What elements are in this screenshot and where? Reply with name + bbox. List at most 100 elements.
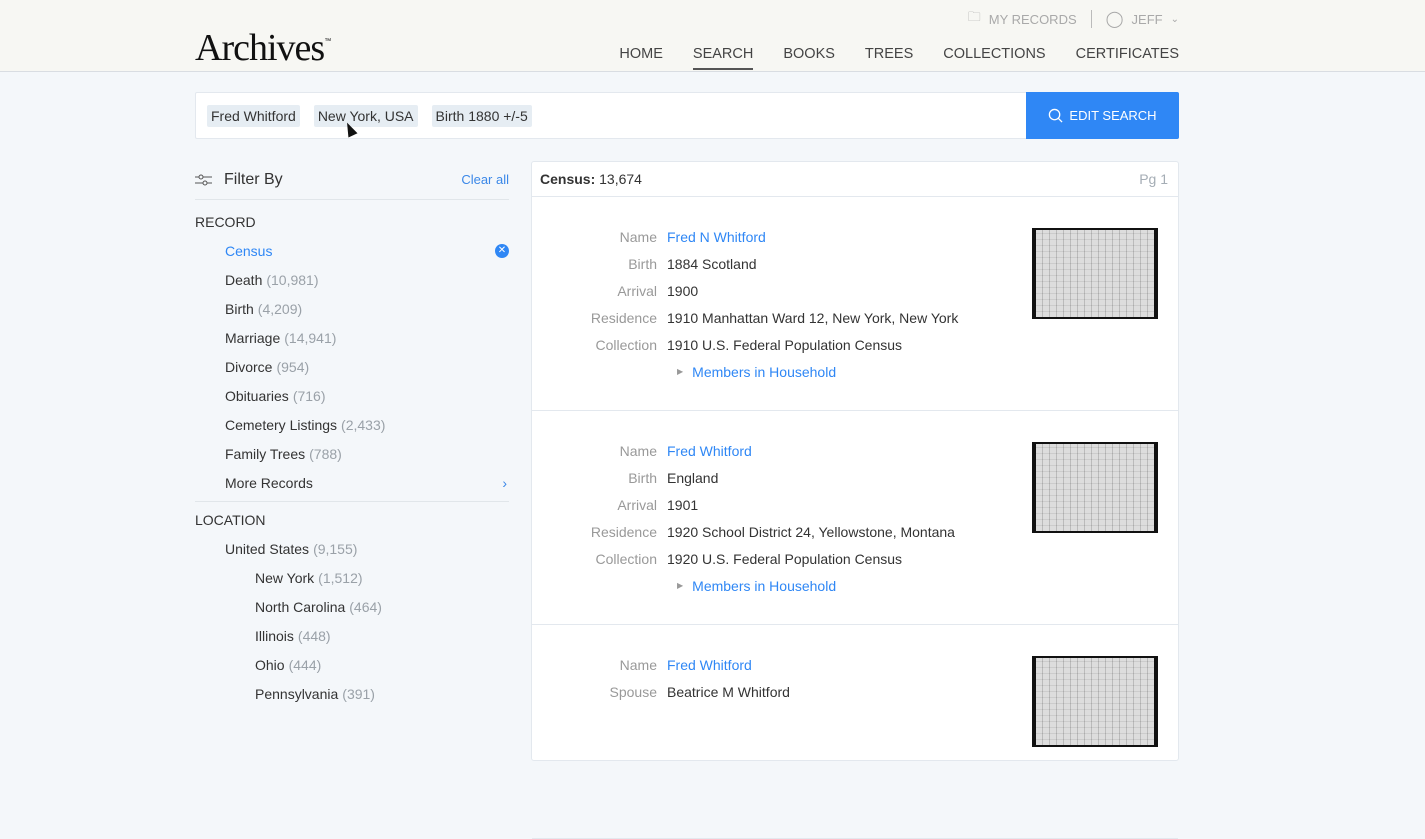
census-record-thumbnail[interactable] <box>1032 656 1158 747</box>
location-count: (391) <box>342 685 375 702</box>
filter-count: (954) <box>276 358 310 375</box>
nav-search[interactable]: SEARCH <box>692 46 754 70</box>
remove-filter-icon[interactable]: ✕ <box>495 243 509 258</box>
filter-count: (716) <box>292 387 326 404</box>
caret-right-icon: ▶ <box>677 367 684 376</box>
nav-trees[interactable]: TREES <box>865 46 913 70</box>
filter-label: Cemetery Listings <box>225 416 338 433</box>
result-record: Name Fred Whitford Birth England Arrival 1901… <box>532 411 1178 625</box>
filter-label: Census <box>225 242 273 259</box>
results-count: 13,674 <box>599 171 642 187</box>
record-filter-cemetery-listings[interactable]: Cemetery Listings (2,433) <box>195 410 509 439</box>
site-header: Archives™ 🗀 MY RECORDS ◯ JEFF ⌄ HOME SEA… <box>0 0 1425 72</box>
page-indicator: Pg 1 <box>1139 171 1168 187</box>
location-illinois[interactable]: Illinois (448) <box>195 621 509 650</box>
nav-collections[interactable]: COLLECTIONS <box>943 46 1045 70</box>
record-field: Arrival 1901 <box>532 491 955 518</box>
utility-bar: 🗀 MY RECORDS ◯ JEFF ⌄ <box>968 8 1179 30</box>
nav-certificates[interactable]: CERTIFICATES <box>1076 46 1179 70</box>
edit-search-label: EDIT SEARCH <box>1069 108 1157 123</box>
clear-all-link[interactable]: Clear all <box>461 172 509 187</box>
filter-label: Family Trees <box>225 445 306 462</box>
record-field: Spouse Beatrice M Whitford <box>532 678 790 705</box>
search-icon <box>1049 108 1063 123</box>
archives-logo[interactable]: Archives™ <box>195 26 331 70</box>
location-ohio[interactable]: Ohio (444) <box>195 650 509 679</box>
search-bar: Fred Whitford New York, USA Birth 1880 +… <box>195 92 1179 139</box>
location-label: Ohio <box>255 656 285 673</box>
user-menu[interactable]: JEFF <box>1132 12 1163 27</box>
field-label: Residence <box>590 523 657 540</box>
record-filter-birth[interactable]: Birth (4,209) <box>195 294 509 323</box>
location-united-states[interactable]: United States (9,155) <box>195 534 509 563</box>
main-nav: HOME SEARCH BOOKS TREES COLLECTIONS CERT… <box>619 46 1179 70</box>
record-field: Residence 1910 Manhattan Ward 12, New Yor… <box>532 304 958 331</box>
record-filter-obituaries[interactable]: Obituaries (716) <box>195 381 509 410</box>
record-field: Name Fred N Whitford <box>532 223 958 250</box>
members-label: Members in Household <box>692 577 837 594</box>
record-field: Collection 1910 U.S. Federal Population C… <box>532 331 958 358</box>
field-value: 1910 U.S. Federal Population Census <box>667 336 903 353</box>
folder-icon: 🗀 <box>967 9 981 24</box>
field-label: Name <box>619 442 657 459</box>
field-value: 1901 <box>667 496 699 513</box>
field-label: Birth <box>628 469 657 486</box>
filter-count: (14,941) <box>284 329 337 346</box>
location-label: New York <box>255 569 315 586</box>
results-category: Census: <box>540 171 596 187</box>
record-filter-family-trees[interactable]: Family Trees (788) <box>195 439 509 468</box>
search-chip-birth[interactable]: Birth 1880 +/-5 <box>431 105 532 127</box>
result-record: Name Fred Whitford Spouse Beatrice M Whitfo… <box>532 625 1178 839</box>
record-field: Name Fred Whitford <box>532 651 790 678</box>
nav-books[interactable]: BOOKS <box>783 46 835 70</box>
members-in-household-toggle[interactable]: ▶ Members in Household <box>677 572 955 599</box>
members-in-household-toggle[interactable]: ▶ Members in Household <box>677 358 958 385</box>
members-label: Members in Household <box>692 363 837 380</box>
filter-sidebar: Filter By Clear all RECORD Census ✕ Death(… <box>195 166 509 708</box>
divider <box>195 501 509 502</box>
location-north-carolina[interactable]: North Carolina (464) <box>195 592 509 621</box>
record-field: Residence 1920 School District 24, Yellow… <box>532 518 955 545</box>
record-filter-death[interactable]: Death (10,981) <box>195 265 509 294</box>
record-filter-divorce[interactable]: Divorce (954) <box>195 352 509 381</box>
field-label: Residence <box>590 309 657 326</box>
record-field: Birth 1884 Scotland <box>532 250 958 277</box>
chevron-right-icon: › <box>502 474 507 491</box>
trademark: ™ <box>324 38 331 45</box>
search-chip-location[interactable]: New York, USA <box>313 105 418 127</box>
field-label: Arrival <box>617 496 657 513</box>
census-record-thumbnail[interactable] <box>1032 442 1158 533</box>
filter-count: (788) <box>309 445 342 462</box>
field-value: 1920 U.S. Federal Population Census <box>667 550 903 567</box>
record-filter-marriage[interactable]: Marriage (14,941) <box>195 323 509 352</box>
record-field: Arrival 1900 <box>532 277 958 304</box>
field-label: Spouse <box>609 683 657 700</box>
edit-search-button[interactable]: EDIT SEARCH <box>1026 92 1179 139</box>
my-records-link[interactable]: MY RECORDS <box>989 12 1077 27</box>
field-label: Collection <box>595 550 657 567</box>
more-records[interactable]: More Records › <box>195 468 509 497</box>
location-count: (1,512) <box>318 569 363 586</box>
filter-title: Filter By <box>224 170 283 188</box>
record-filter-census[interactable]: Census ✕ <box>195 236 509 265</box>
logo-text: Archives <box>195 27 325 69</box>
caret-right-icon: ▶ <box>677 581 684 590</box>
field-value: Beatrice M Whitford <box>667 683 790 700</box>
field-label: Collection <box>595 336 657 353</box>
location-label: Pennsylvania <box>255 685 339 702</box>
location-label: United States <box>225 540 310 557</box>
chevron-down-icon: ⌄ <box>1170 13 1179 25</box>
record-name-link[interactable]: Fred N Whitford <box>667 229 766 245</box>
record-name-link[interactable]: Fred Whitford <box>667 657 752 673</box>
record-name-link[interactable]: Fred Whitford <box>667 443 752 459</box>
results-header: Census: 13,674 Pg 1 <box>532 162 1178 197</box>
search-chip-name[interactable]: Fred Whitford <box>207 105 300 127</box>
record-field: Name Fred Whitford <box>532 437 955 464</box>
census-record-thumbnail[interactable] <box>1032 228 1158 319</box>
nav-home[interactable]: HOME <box>619 46 663 70</box>
field-value: 1900 <box>667 282 699 299</box>
location-new-york[interactable]: New York (1,512) <box>195 563 509 592</box>
location-heading: LOCATION <box>195 512 266 528</box>
field-label: Name <box>619 656 657 673</box>
field-value: 1910 Manhattan Ward 12, New York, New Yo… <box>667 309 959 326</box>
